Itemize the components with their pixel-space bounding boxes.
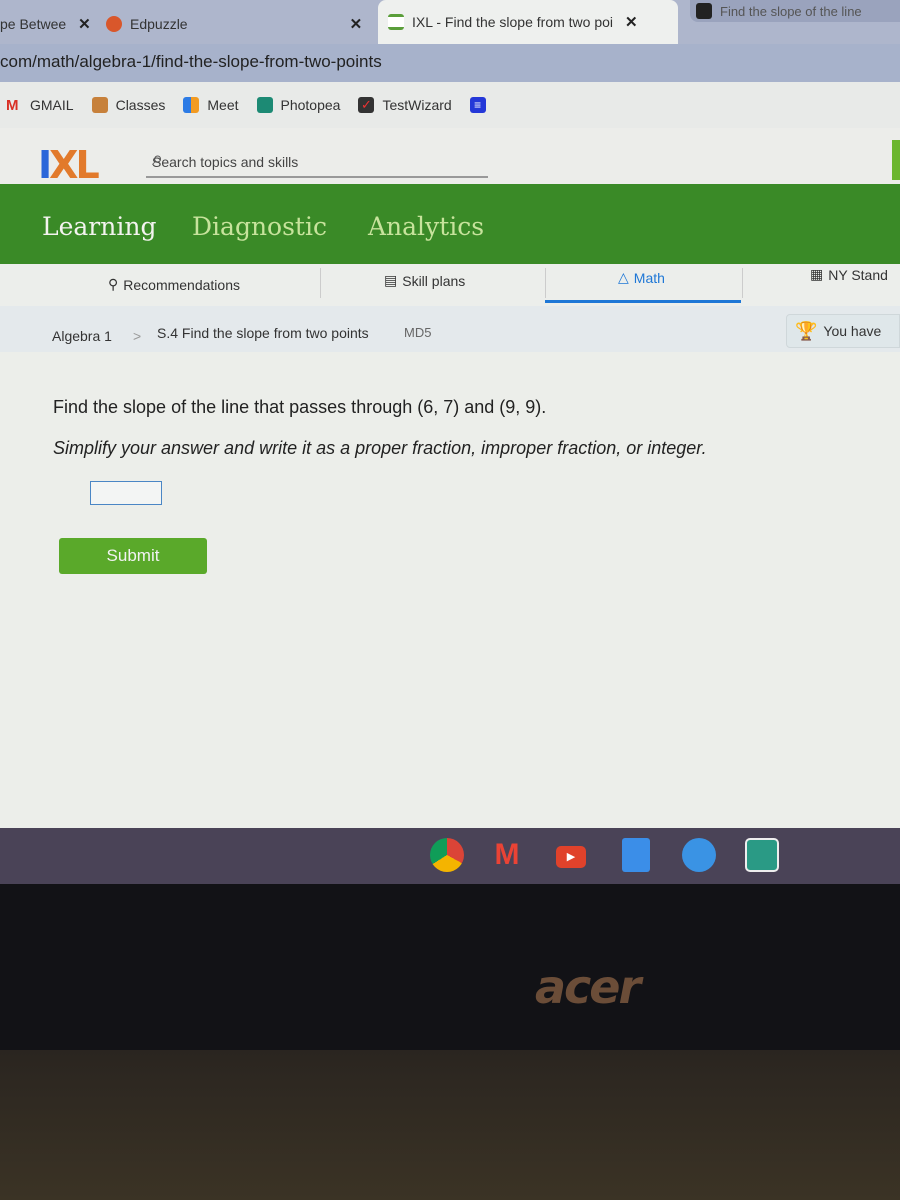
subnav-recommendations[interactable]: ⚲ Recommendations	[108, 276, 240, 293]
tab-edpuzzle[interactable]: Edpuzzle ✕	[106, 4, 362, 44]
url-text[interactable]: com/math/algebra-1/find-the-slope-from-t…	[0, 52, 382, 72]
bookmark-label: Photopea	[280, 97, 341, 113]
search-input[interactable]: Search topics and skills ⌕	[146, 148, 488, 178]
subnav-math[interactable]: △ Math	[618, 269, 665, 286]
classroom-icon	[91, 97, 108, 113]
breadcrumb-subject[interactable]: Algebra 1	[52, 328, 112, 344]
bookmarks-bar: M GMAIL Classes Meet Photopea ✓ TestWizard…	[0, 82, 900, 129]
question-instructions: Simplify your answer and write it as a p…	[53, 438, 707, 458]
subnav-label: Skill plans	[402, 272, 466, 289]
badge-text: You have	[823, 323, 882, 339]
tab-learning[interactable]: Learning	[42, 212, 156, 241]
pyramid-icon: △	[618, 269, 629, 285]
chromeos-shelf: M ▶	[0, 828, 900, 884]
gmail-icon: M	[6, 97, 19, 114]
testwizard-icon: ✓	[358, 97, 375, 113]
bookmark-label: Classes	[115, 97, 166, 113]
address-bar[interactable]: com/math/algebra-1/find-the-slope-from-t…	[0, 44, 900, 82]
ixl-icon	[388, 14, 404, 30]
header-button-edge[interactable]	[892, 140, 900, 180]
skill-code: MD5	[404, 325, 432, 340]
ixl-header: IXL Search topics and skills ⌕	[0, 128, 900, 184]
logo-xl: XL	[49, 143, 99, 187]
answer-input[interactable]	[90, 481, 162, 505]
trophy-icon: 🏆	[795, 320, 818, 341]
chrome-icon[interactable]	[430, 838, 464, 872]
bookmark-photopea[interactable]: Photopea	[256, 97, 341, 113]
divider	[545, 268, 546, 298]
bookmark-meet[interactable]: Meet	[183, 97, 239, 113]
tab-strip: pe Betwee ✕ Edpuzzle ✕ IXL - Find the sl…	[0, 0, 900, 44]
question-prompt: Find the slope of the line that passes t…	[53, 397, 547, 417]
gmail-icon[interactable]: M	[490, 838, 524, 872]
search-icon[interactable]: ⌕	[152, 148, 482, 171]
docs-icon[interactable]	[622, 838, 650, 872]
tab-ixl[interactable]: IXL - Find the slope from two poi ✕	[378, 0, 678, 44]
files-icon[interactable]	[682, 838, 716, 872]
clipboard-icon: ▤	[384, 272, 398, 288]
divider	[742, 268, 743, 298]
bookmark-classes[interactable]: Classes	[91, 97, 166, 113]
youtube-icon[interactable]: ▶	[556, 846, 586, 868]
photopea-icon	[256, 97, 273, 113]
awards-badge[interactable]: 🏆 You have	[786, 314, 900, 348]
laptop-keyboard-deck	[0, 1050, 900, 1200]
bookmark-label: TestWizard	[382, 97, 452, 113]
tab-analytics[interactable]: Analytics	[368, 212, 484, 241]
bookmark-testwizard[interactable]: ✓ TestWizard	[358, 97, 452, 113]
close-icon[interactable]: ✕	[350, 15, 363, 33]
sub-nav: ⚲ Recommendations ▤ Skill plans △ Math ▦ NY …	[0, 264, 900, 307]
breadcrumb-separator: >	[133, 328, 142, 344]
subnav-label: Math	[633, 269, 665, 286]
close-icon[interactable]: ✕	[78, 15, 91, 33]
edpuzzle-icon	[106, 16, 122, 32]
tab-label: Find the slope of the line	[720, 3, 862, 19]
subnav-skill-plans[interactable]: ▤ Skill plans	[384, 272, 465, 289]
logo-i: I	[38, 143, 52, 187]
subnav-ny-standards[interactable]: ▦ NY Stand	[810, 266, 888, 283]
checklist-icon: ▦	[810, 266, 824, 282]
brand-logo: acer	[535, 960, 641, 1014]
meet-icon	[183, 97, 200, 113]
breadcrumb: Algebra 1 > S.4 Find the slope from two …	[0, 306, 900, 352]
bookmark-label: GMAIL	[30, 97, 74, 113]
tab-label: Edpuzzle	[130, 16, 188, 32]
bookmark-label: Meet	[207, 97, 239, 113]
tab-label: pe Betwee	[0, 16, 67, 32]
tab-slope-between[interactable]: pe Betwee ✕	[0, 4, 91, 44]
tab-label: IXL - Find the slope from two poi	[412, 14, 614, 30]
close-icon[interactable]: ✕	[625, 13, 638, 31]
docs-icon: ≡	[469, 97, 486, 113]
bookmark-gmail[interactable]: M GMAIL	[6, 97, 74, 114]
screen: pe Betwee ✕ Edpuzzle ✕ IXL - Find the sl…	[0, 0, 900, 880]
active-tab-indicator	[545, 300, 741, 303]
signpost-icon: ⚲	[108, 276, 119, 292]
main-nav: Learning Diagnostic Analytics	[0, 184, 900, 264]
ixl-logo[interactable]: IXL	[38, 143, 100, 187]
subnav-label: NY Stand	[828, 266, 888, 283]
breadcrumb-skill: S.4 Find the slope from two points	[157, 325, 369, 341]
subnav-label: Recommendations	[123, 276, 240, 293]
photopea-icon[interactable]	[745, 838, 779, 872]
bartleby-icon	[696, 3, 712, 19]
tab-find-slope[interactable]: Find the slope of the line	[690, 0, 900, 22]
bookmark-docs[interactable]: ≡	[469, 97, 494, 113]
submit-button[interactable]: Submit	[59, 538, 207, 574]
tab-diagnostic[interactable]: Diagnostic	[192, 212, 327, 241]
divider	[320, 268, 321, 298]
